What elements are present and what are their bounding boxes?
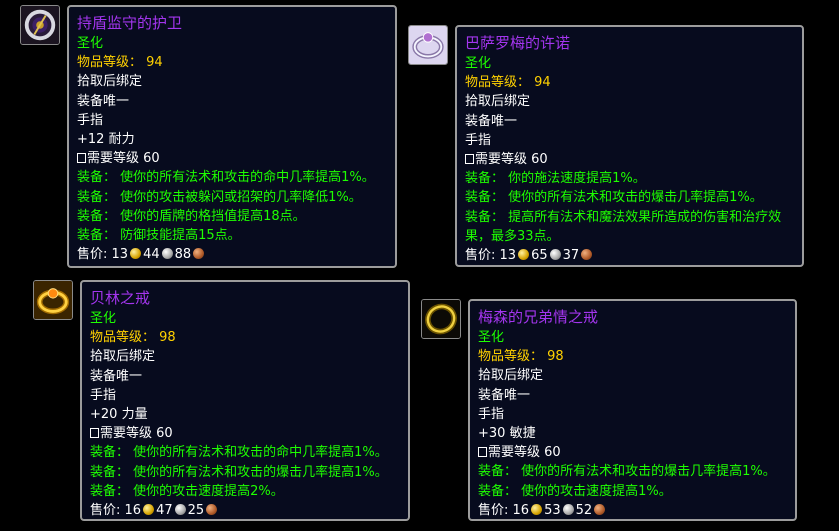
silver-coin-icon	[174, 503, 186, 515]
sell-price: 售价: 16 47 25	[90, 501, 400, 520]
equip-effect: 装备： 使你的所有法术和攻击的爆击几率提高1%。	[465, 190, 763, 206]
heroic-label: 圣化	[90, 311, 117, 326]
slot-text: 手指	[77, 112, 104, 128]
ring-gold-icon[interactable]	[33, 280, 73, 320]
checkbox-icon	[77, 153, 86, 164]
equip-effect: 装备： 使你的攻击速度提高1%。	[478, 483, 672, 499]
item-level: 物品等级： 98	[90, 330, 176, 346]
ring-silver-icon[interactable]	[408, 25, 448, 65]
item-title: 梅森的兄弟情之戒	[478, 308, 599, 326]
requirement-text: 需要等级 60	[77, 149, 387, 168]
stat-text: +30 敏捷	[478, 425, 536, 441]
sell-price: 售价: 16 53 52	[478, 501, 787, 520]
equip-effect: 装备： 提高所有法术和魔法效果所造成的伤害和治疗效果，最多33点。	[465, 209, 782, 244]
sell-price: 售价: 13 65 37	[465, 246, 794, 265]
equip-effect: 装备： 使你的所有法术和攻击的命中几率提高1%。	[90, 445, 388, 461]
bind-text: 拾取后绑定	[478, 368, 544, 384]
item-tooltip-1: 持盾监守的护卫 圣化 物品等级： 94 拾取后绑定 装备唯一 手指 +12 耐力…	[67, 5, 397, 268]
ring-dark-gold-icon[interactable]	[421, 299, 461, 339]
sell-price: 售价: 13 44 88	[77, 245, 387, 264]
checkbox-icon	[465, 153, 474, 164]
silver-coin-icon	[161, 248, 173, 260]
copper-coin-icon	[581, 248, 593, 260]
slot-text: 手指	[478, 406, 505, 422]
equip-effect: 装备： 你的施法速度提高1%。	[465, 171, 646, 187]
slot-text: 手指	[465, 132, 492, 148]
silver-coin-icon	[549, 248, 561, 260]
item-level: 物品等级： 94	[465, 75, 551, 91]
equip-effect: 装备： 防御技能提高15点。	[77, 227, 241, 243]
copper-coin-icon	[206, 503, 218, 515]
stat-text: +20 力量	[90, 406, 148, 422]
unique-text: 装备唯一	[90, 368, 143, 384]
equip-effect: 装备： 使你的所有法术和攻击的爆击几率提高1%。	[90, 464, 388, 480]
unique-text: 装备唯一	[77, 93, 130, 109]
item-title: 贝林之戒	[90, 289, 151, 307]
copper-coin-icon	[193, 248, 205, 260]
item-tooltip-3: 贝林之戒 圣化 物品等级： 98 拾取后绑定 装备唯一 手指 +20 力量 需要…	[80, 280, 410, 521]
unique-text: 装备唯一	[478, 387, 531, 403]
gold-coin-icon	[531, 503, 543, 515]
checkbox-icon	[478, 447, 487, 458]
requirement-text: 需要等级 60	[90, 424, 400, 443]
requirement-text: 需要等级 60	[465, 150, 794, 169]
stat-text: +12 耐力	[77, 131, 135, 147]
item-title: 持盾监守的护卫	[77, 14, 183, 32]
gold-coin-icon	[518, 248, 530, 260]
item-tooltip-2: 巴萨罗梅的许诺 圣化 物品等级： 94 拾取后绑定 装备唯一 手指 需要等级 6…	[455, 25, 804, 267]
bind-text: 拾取后绑定	[465, 94, 531, 110]
bind-text: 拾取后绑定	[77, 74, 143, 90]
copper-coin-icon	[594, 503, 606, 515]
checkbox-icon	[90, 428, 99, 439]
gold-coin-icon	[130, 248, 142, 260]
heroic-label: 圣化	[478, 330, 505, 345]
equip-effect: 装备： 使你的攻击被躲闪或招架的几率降低1%。	[77, 189, 362, 205]
bind-text: 拾取后绑定	[90, 349, 156, 365]
equip-effect: 装备： 使你的盾牌的格挡值提高18点。	[77, 208, 306, 224]
heroic-label: 圣化	[465, 56, 492, 71]
gold-coin-icon	[143, 503, 155, 515]
item-level: 物品等级： 94	[77, 55, 163, 71]
unique-text: 装备唯一	[465, 113, 518, 129]
silver-coin-icon	[562, 503, 574, 515]
equip-effect: 装备： 使你的所有法术和攻击的命中几率提高1%。	[77, 170, 375, 186]
equip-effect: 装备： 使你的攻击速度提高2%。	[90, 483, 284, 499]
slot-text: 手指	[90, 387, 117, 403]
item-level: 物品等级： 98	[478, 349, 564, 365]
ring-purple-icon[interactable]	[20, 5, 60, 45]
item-title: 巴萨罗梅的许诺	[465, 34, 571, 52]
item-tooltip-4: 梅森的兄弟情之戒 圣化 物品等级： 98 拾取后绑定 装备唯一 手指 +30 敏…	[468, 299, 797, 521]
requirement-text: 需要等级 60	[478, 443, 787, 462]
equip-effect: 装备： 使你的所有法术和攻击的爆击几率提高1%。	[478, 464, 776, 480]
heroic-label: 圣化	[77, 36, 104, 51]
